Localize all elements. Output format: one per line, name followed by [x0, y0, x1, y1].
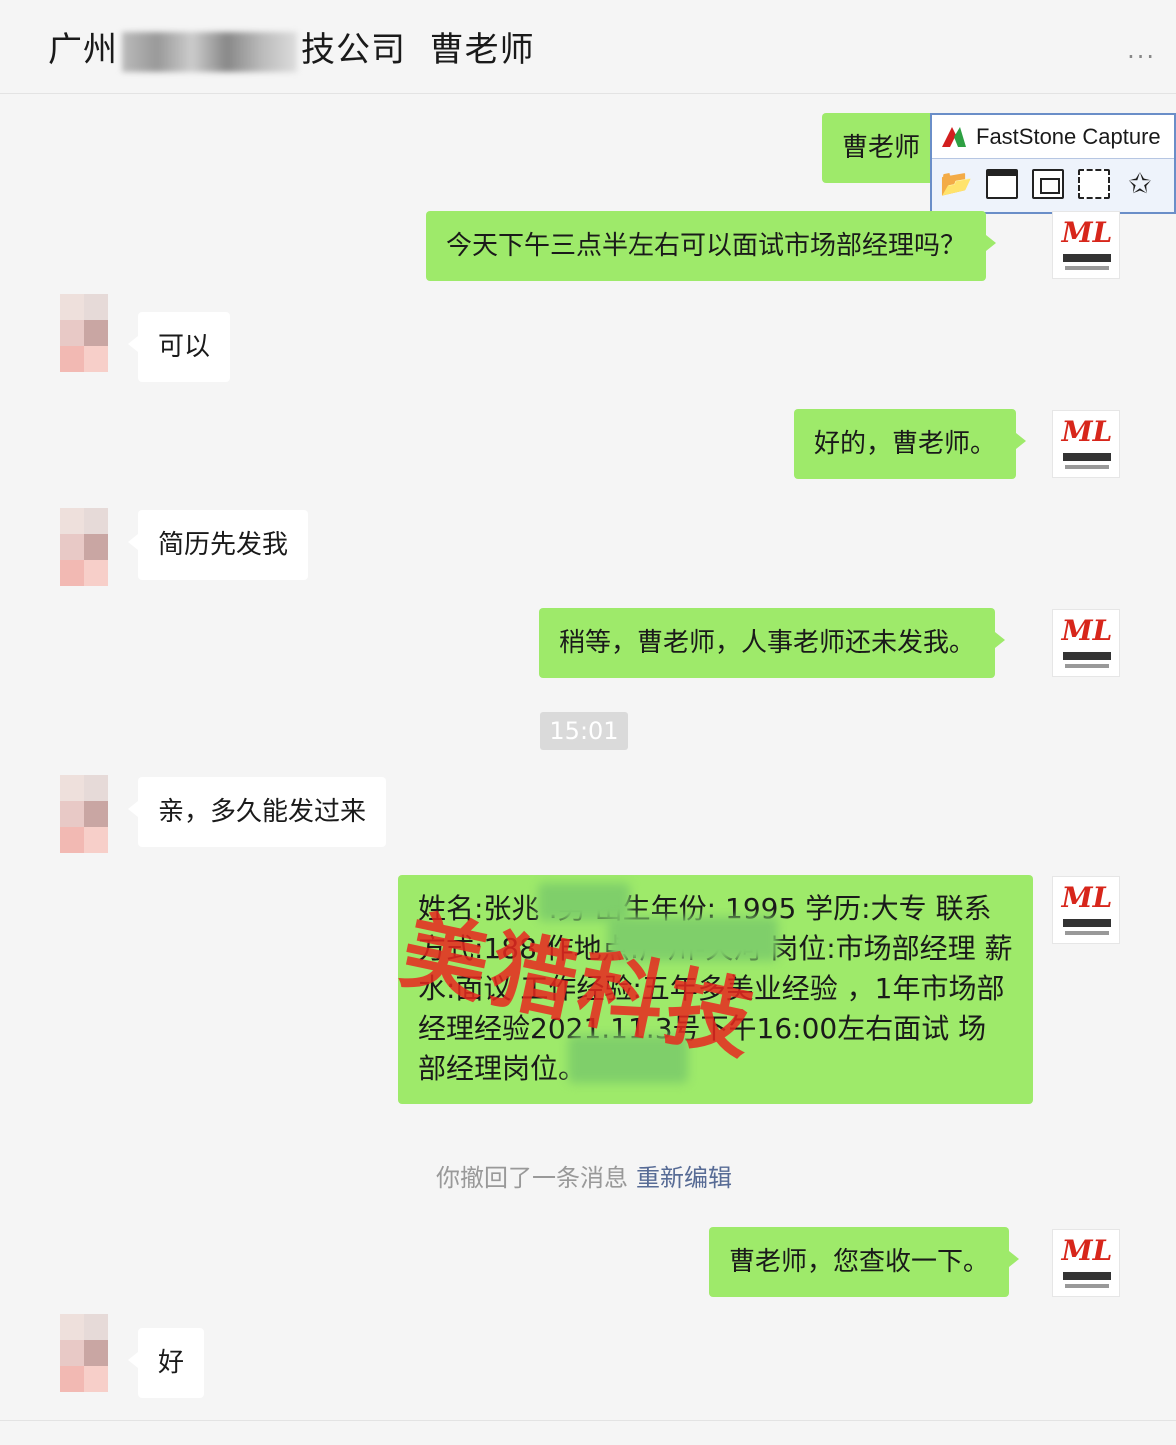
recall-notice: 你撤回了一条消息 重新编辑 [436, 1158, 732, 1193]
message-bubble-incoming: 可以 [127, 312, 231, 382]
contact-avatar[interactable] [50, 1314, 110, 1392]
chat-title-prefix: 广州 [48, 30, 118, 70]
capture-rectangle-icon[interactable] [1078, 169, 1110, 199]
message-text: 亲，多久能发过来 [158, 797, 367, 827]
redacted-blur [608, 917, 778, 961]
faststone-title: FastStone Capture [976, 124, 1161, 149]
message-text: 可以 [158, 332, 211, 362]
message-bubble-outgoing: 曹老师，您查收一下。 [709, 1227, 1020, 1297]
company-logo-icon: ML [1061, 1234, 1113, 1267]
message-text: 稍等，曹老师，人事老师还未发我。 [559, 628, 976, 658]
my-avatar[interactable]: ML [1052, 410, 1120, 478]
redacted-blur [538, 883, 630, 921]
logo-subtext-small [1065, 465, 1109, 469]
logo-subtext-small [1065, 266, 1109, 270]
message-bubble-outgoing: 稍等，曹老师，人事老师还未发我。 [539, 608, 1006, 678]
recall-text: 你撤回了一条消息 [436, 1164, 628, 1192]
company-logo-icon: ML [1061, 415, 1113, 448]
message-text: 曹老师 [842, 133, 921, 163]
chat-header: 广州 技公司 曹老师 ... [0, 0, 1176, 94]
my-avatar[interactable]: ML [1052, 1229, 1120, 1297]
capture-window-icon[interactable] [986, 169, 1018, 199]
message-bubble-incoming: 好 [127, 1328, 205, 1398]
redacted-blur [568, 1035, 688, 1083]
capture-object-icon[interactable] [1032, 169, 1064, 199]
message-text: 好的，曹老师。 [814, 429, 997, 459]
redacted-blur [122, 31, 297, 72]
logo-subtext [1063, 919, 1111, 927]
open-folder-icon[interactable]: 📂 [940, 169, 972, 199]
more-options-icon[interactable]: ... [1127, 36, 1156, 64]
company-logo-icon: ML [1061, 881, 1113, 914]
re-edit-link[interactable]: 重新编辑 [636, 1164, 732, 1192]
logo-subtext [1063, 453, 1111, 461]
message-text: 好 [158, 1348, 185, 1378]
faststone-capture-toolbar[interactable]: FastStone Capture 📂 ✩ [930, 113, 1176, 214]
contact-name: 曹老师 [429, 30, 535, 70]
faststone-title-bar: FastStone Capture [932, 115, 1174, 159]
my-avatar[interactable]: ML [1052, 609, 1120, 677]
message-text: 简历先发我 [158, 530, 289, 560]
message-timestamp: 15:01 [540, 712, 628, 750]
company-logo-icon: ML [1061, 614, 1113, 647]
message-bubble-outgoing: 今天下午三点半左右可以面试市场部经理吗？ [426, 211, 997, 281]
capture-freehand-icon[interactable]: ✩ [1124, 169, 1156, 199]
logo-subtext-small [1065, 1284, 1109, 1288]
contact-avatar[interactable] [50, 294, 110, 372]
logo-subtext [1063, 1272, 1111, 1280]
logo-subtext-small [1065, 664, 1109, 668]
my-avatar[interactable]: ML [1052, 211, 1120, 279]
contact-avatar[interactable] [50, 775, 110, 853]
logo-subtext [1063, 254, 1111, 262]
message-bubble-outgoing-resume: 姓名:张兆 :男 出生年份: 1995 学历:大专 联系方式:188 作地点:广… [398, 875, 1033, 1104]
divider [0, 1420, 1176, 1421]
my-avatar[interactable]: ML [1052, 876, 1120, 944]
logo-subtext [1063, 652, 1111, 660]
message-text: 曹老师，您查收一下。 [729, 1247, 990, 1277]
faststone-logo-icon [942, 127, 966, 147]
chat-title: 广州 技公司 曹老师 [48, 22, 535, 72]
company-logo-icon: ML [1061, 216, 1113, 249]
logo-subtext-small [1065, 931, 1109, 935]
message-bubble-outgoing: 好的，曹老师。 [794, 409, 1027, 479]
message-text: 今天下午三点半左右可以面试市场部经理吗？ [446, 231, 967, 261]
chat-title-suffix: 技公司 [301, 30, 406, 70]
message-bubble-incoming: 亲，多久能发过来 [127, 777, 387, 847]
message-bubble-incoming: 简历先发我 [127, 510, 309, 580]
contact-avatar[interactable] [50, 508, 110, 586]
